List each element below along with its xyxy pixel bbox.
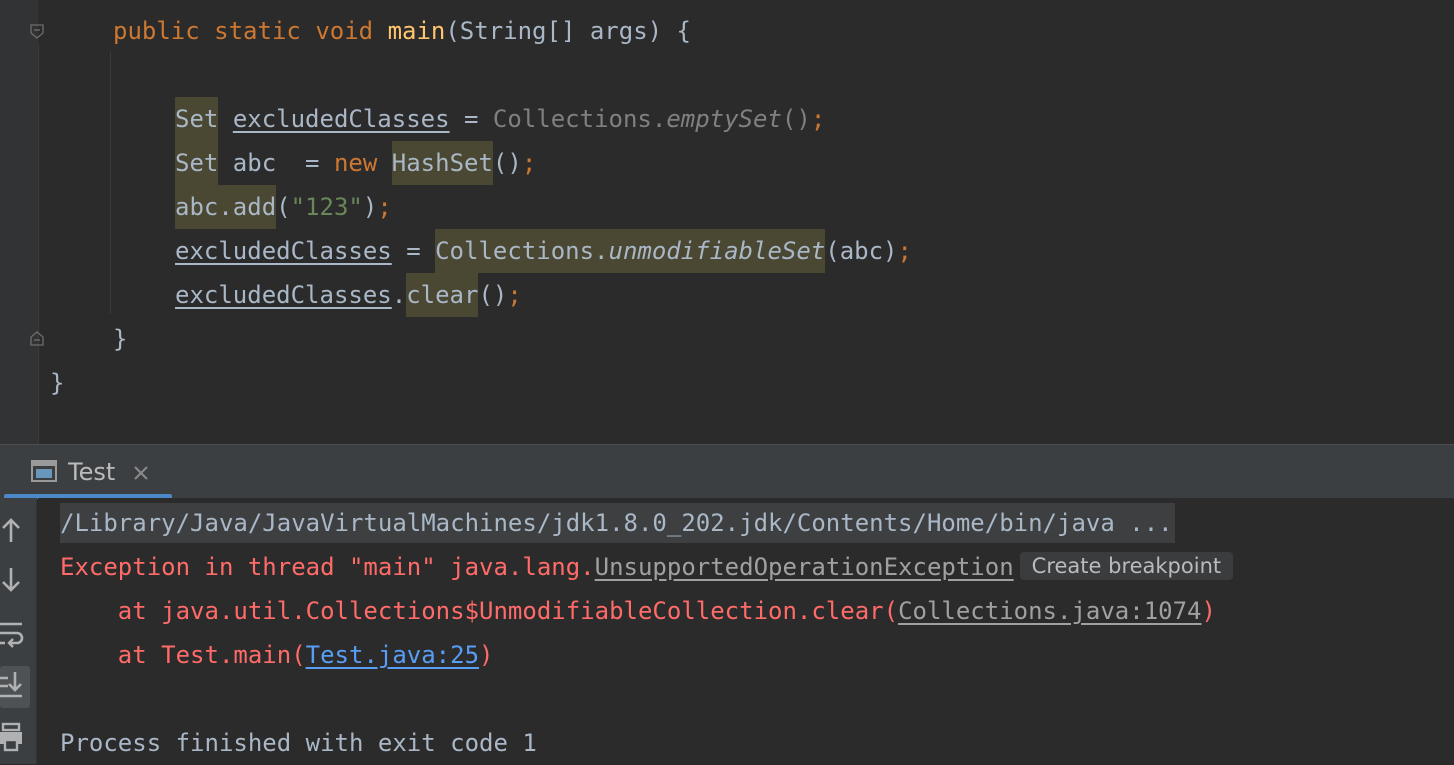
- fold-icon[interactable]: [29, 24, 45, 40]
- string-literal: "123": [290, 193, 363, 221]
- class-token: HashSet: [391, 141, 493, 185]
- console-line-trace-2: at Test.main(Test.java:25): [60, 633, 494, 677]
- arrow-up-icon[interactable]: [0, 512, 30, 548]
- paren-token: (: [276, 193, 291, 221]
- paren-token: (): [478, 281, 508, 309]
- type-token: Set: [175, 97, 219, 141]
- keyword: static: [214, 17, 301, 45]
- operator: =: [449, 105, 493, 133]
- semicolon: ;: [507, 281, 522, 309]
- paren-token: (): [781, 105, 811, 133]
- scope-guide: [38, 44, 39, 444]
- arrow-down-icon[interactable]: [0, 562, 30, 598]
- console-line-finished: Process finished with exit code 1: [60, 729, 537, 757]
- console-line-trace-1: at java.util.Collections$UnmodifiableCol…: [60, 589, 1216, 633]
- code-line-main-signature: public static void main(String[] args) {: [113, 9, 691, 53]
- dot-token: .: [391, 281, 407, 309]
- paren-token: (): [492, 149, 522, 177]
- paren-token: ): [362, 193, 378, 221]
- trace-text: ): [1201, 597, 1216, 625]
- highlighted-call: Collections.unmodifiableSet: [435, 229, 826, 273]
- console-toolbar: [0, 498, 37, 764]
- indent-guide: [110, 52, 111, 314]
- editor-gutter: [0, 0, 38, 444]
- trace-text: at Test.main(: [60, 641, 306, 669]
- code-line-2: Set abc = new HashSet();: [175, 141, 536, 185]
- closing-brace: }: [50, 369, 65, 397]
- code-line-5: excludedClasses.clear();: [175, 273, 522, 317]
- class-token: Collections.: [492, 105, 667, 133]
- code-line-1: Set excludedClasses = Collections.emptyS…: [175, 97, 825, 141]
- class-token: Collections.: [435, 237, 609, 265]
- method-name: main: [387, 17, 446, 45]
- command-text[interactable]: /Library/Java/JavaVirtualMachines/jdk1.8…: [60, 503, 1175, 543]
- variable-token: excludedClasses: [175, 237, 392, 265]
- source-link-test[interactable]: Test.java:25: [306, 641, 479, 669]
- call-token: abc.add: [175, 185, 277, 229]
- operator: =: [391, 237, 436, 265]
- semicolon: ;: [897, 237, 912, 265]
- variable-token: excludedClasses: [175, 281, 392, 309]
- method-token: unmodifiableSet: [608, 237, 826, 265]
- run-panel-header: Test: [0, 444, 1454, 499]
- code-line-4: excludedClasses = Collections.unmodifiab…: [175, 229, 912, 273]
- close-icon[interactable]: [132, 464, 150, 482]
- code-editor[interactable]: public static void main(String[] args) {…: [0, 0, 1454, 444]
- params: (String[] args) {: [445, 17, 691, 45]
- semicolon: ;: [521, 149, 537, 177]
- console-tab-icon: [31, 460, 57, 482]
- exception-class-link[interactable]: UnsupportedOperationException: [595, 553, 1014, 581]
- method-token: emptySet: [666, 105, 782, 133]
- trace-text: ): [479, 641, 494, 669]
- semicolon: ;: [810, 105, 826, 133]
- closing-brace: }: [113, 325, 128, 353]
- tab-test[interactable]: Test: [68, 458, 115, 486]
- assignment-token: abc =: [218, 149, 334, 177]
- scroll-to-end-icon[interactable]: [0, 666, 30, 708]
- variable-token: excludedClasses: [232, 105, 450, 133]
- source-link-collections[interactable]: Collections.java:1074: [898, 597, 1201, 625]
- semicolon: ;: [377, 193, 392, 221]
- exception-text: Exception in thread "main" java.lang.: [60, 553, 595, 581]
- keyword: void: [315, 17, 374, 45]
- console-line-command: /Library/Java/JavaVirtualMachines/jdk1.8…: [60, 501, 1175, 545]
- type-token: Set: [175, 141, 219, 185]
- console-line-exception: Exception in thread "main" java.lang.Uns…: [60, 545, 1234, 589]
- soft-wrap-icon[interactable]: [0, 616, 30, 652]
- console-output[interactable]: /Library/Java/JavaVirtualMachines/jdk1.8…: [38, 498, 1454, 764]
- create-breakpoint-button[interactable]: Create breakpoint: [1019, 552, 1234, 580]
- keyword: public: [113, 17, 200, 45]
- code-line-3: abc.add("123");: [175, 185, 392, 229]
- fold-icon[interactable]: [29, 330, 45, 346]
- print-icon[interactable]: [0, 720, 30, 756]
- method-token: clear: [406, 273, 479, 317]
- args-token: (abc): [825, 237, 898, 265]
- keyword: new: [333, 149, 378, 177]
- trace-text: at java.util.Collections$UnmodifiableCol…: [60, 597, 899, 625]
